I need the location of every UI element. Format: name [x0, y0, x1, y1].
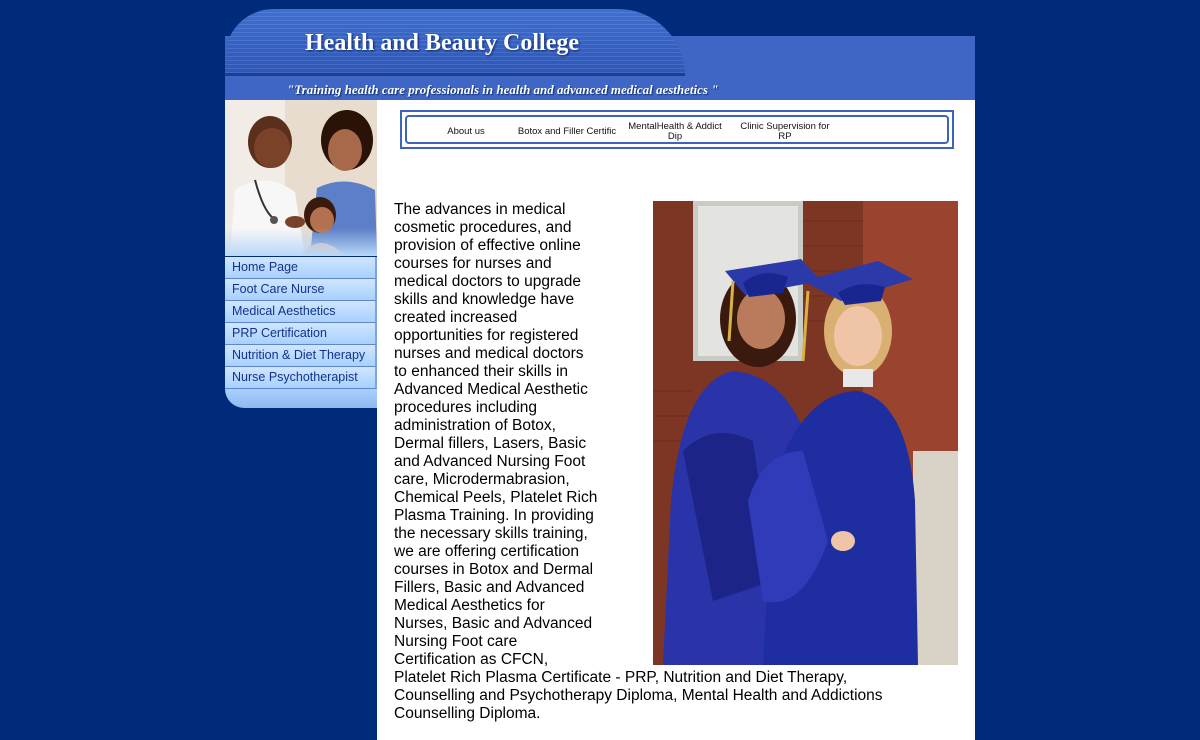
- sidebar-item-foot-care-nurse[interactable]: Foot Care Nurse: [225, 279, 377, 301]
- sidebar: Home Page Foot Care Nurse Medical Aesthe…: [225, 100, 377, 408]
- sidebar-item-home-page[interactable]: Home Page: [225, 257, 377, 279]
- photo-spacer: [609, 201, 914, 665]
- intro-paragraph: The advances in medical cosmetic procedu…: [394, 201, 914, 723]
- sidebar-bottom-cap: [225, 389, 377, 408]
- top-navigation: About us Botox and Filler Certific Menta…: [400, 110, 954, 149]
- sidebar-item-prp-certification[interactable]: PRP Certification: [225, 323, 377, 345]
- doctor-patient-photo: [225, 100, 377, 256]
- main-content: About us Botox and Filler Certific Menta…: [377, 100, 975, 740]
- top-navigation-inner: About us Botox and Filler Certific Menta…: [405, 115, 949, 144]
- sidebar-nav: Home Page Foot Care Nurse Medical Aesthe…: [225, 257, 377, 389]
- site-title: Health and Beauty College: [305, 30, 579, 56]
- topnav-botox-filler[interactable]: Botox and Filler Certific: [512, 120, 622, 144]
- topnav-clinic-supervision[interactable]: Clinic Supervision for RP: [733, 120, 837, 144]
- topnav-about-us[interactable]: About us: [435, 120, 497, 144]
- sidebar-item-nutrition-diet-therapy[interactable]: Nutrition & Diet Therapy: [225, 345, 377, 367]
- sidebar-item-medical-aesthetics[interactable]: Medical Aesthetics: [225, 301, 377, 323]
- sidebar-item-nurse-psychotherapist[interactable]: Nurse Psychotherapist: [225, 367, 377, 389]
- site-tagline: "Training health care professionals in h…: [287, 82, 719, 97]
- topnav-mental-health-addict[interactable]: MentalHealth & Addict Dip: [623, 120, 727, 144]
- doctor-patient-illustration: [225, 100, 377, 256]
- page-container: Health and Beauty College "Training heal…: [225, 0, 975, 740]
